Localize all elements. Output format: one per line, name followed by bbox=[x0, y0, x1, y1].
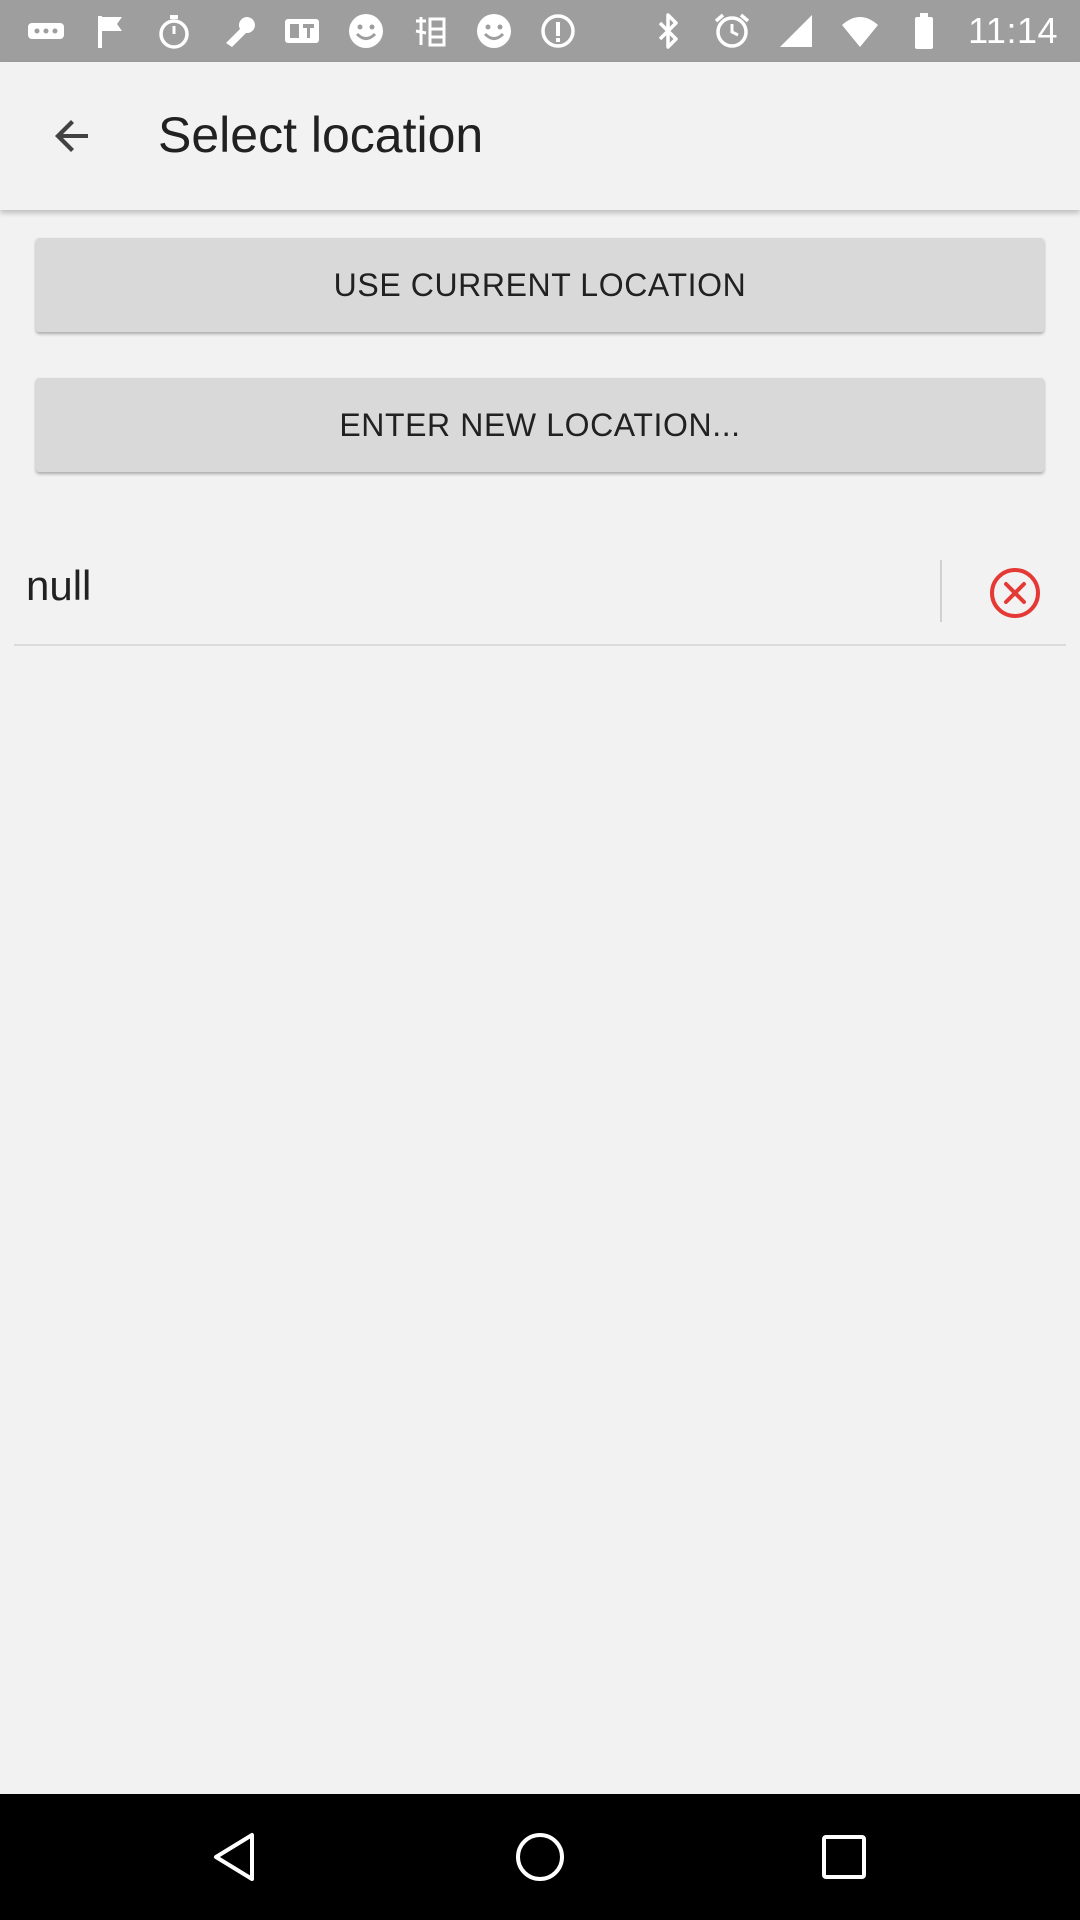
status-system: 11:14 bbox=[648, 10, 1058, 52]
nav-back-button[interactable] bbox=[204, 1825, 268, 1889]
row-divider bbox=[940, 560, 942, 622]
status-bar: 11:14 bbox=[0, 0, 1080, 62]
battery-icon bbox=[904, 11, 944, 51]
bluetooth-icon bbox=[648, 11, 688, 51]
nav-recents-button[interactable] bbox=[812, 1825, 876, 1889]
remove-location-button[interactable] bbox=[980, 558, 1050, 628]
alarm-icon bbox=[712, 11, 752, 51]
signal-icon bbox=[776, 11, 816, 51]
smiley-icon bbox=[474, 11, 514, 51]
status-notifications bbox=[26, 11, 578, 51]
navigation-bar bbox=[0, 1794, 1080, 1920]
location-list-item[interactable]: null bbox=[14, 548, 1066, 646]
wrench-icon bbox=[218, 11, 258, 51]
page-title: Select location bbox=[158, 107, 484, 163]
wifi-icon bbox=[840, 11, 880, 51]
square-recents-icon bbox=[822, 1835, 866, 1879]
triangle-back-icon bbox=[214, 1833, 254, 1881]
arrow-back-icon bbox=[55, 120, 88, 152]
enter-new-location-button[interactable]: ENTER NEW LOCATION... bbox=[36, 378, 1044, 472]
close-circle-icon bbox=[990, 568, 1040, 618]
smiley-icon bbox=[346, 11, 386, 51]
back-button[interactable] bbox=[34, 98, 110, 174]
qr-app-icon bbox=[282, 11, 322, 51]
flag-icon bbox=[90, 11, 130, 51]
chinese-app-icon bbox=[410, 11, 450, 51]
more-dots-icon bbox=[26, 11, 66, 51]
info-icon bbox=[538, 11, 578, 51]
circle-home-icon bbox=[516, 1833, 564, 1881]
location-name: null bbox=[26, 562, 92, 609]
app-bar: Select location bbox=[0, 62, 1080, 210]
stopwatch-icon bbox=[154, 11, 194, 51]
use-current-location-button[interactable]: USE CURRENT LOCATION bbox=[36, 238, 1044, 332]
nav-home-button[interactable] bbox=[508, 1825, 572, 1889]
screen: 11:14 Select location USE CURRENT LOCATI… bbox=[0, 0, 1080, 1920]
status-time: 11:14 bbox=[968, 10, 1058, 51]
